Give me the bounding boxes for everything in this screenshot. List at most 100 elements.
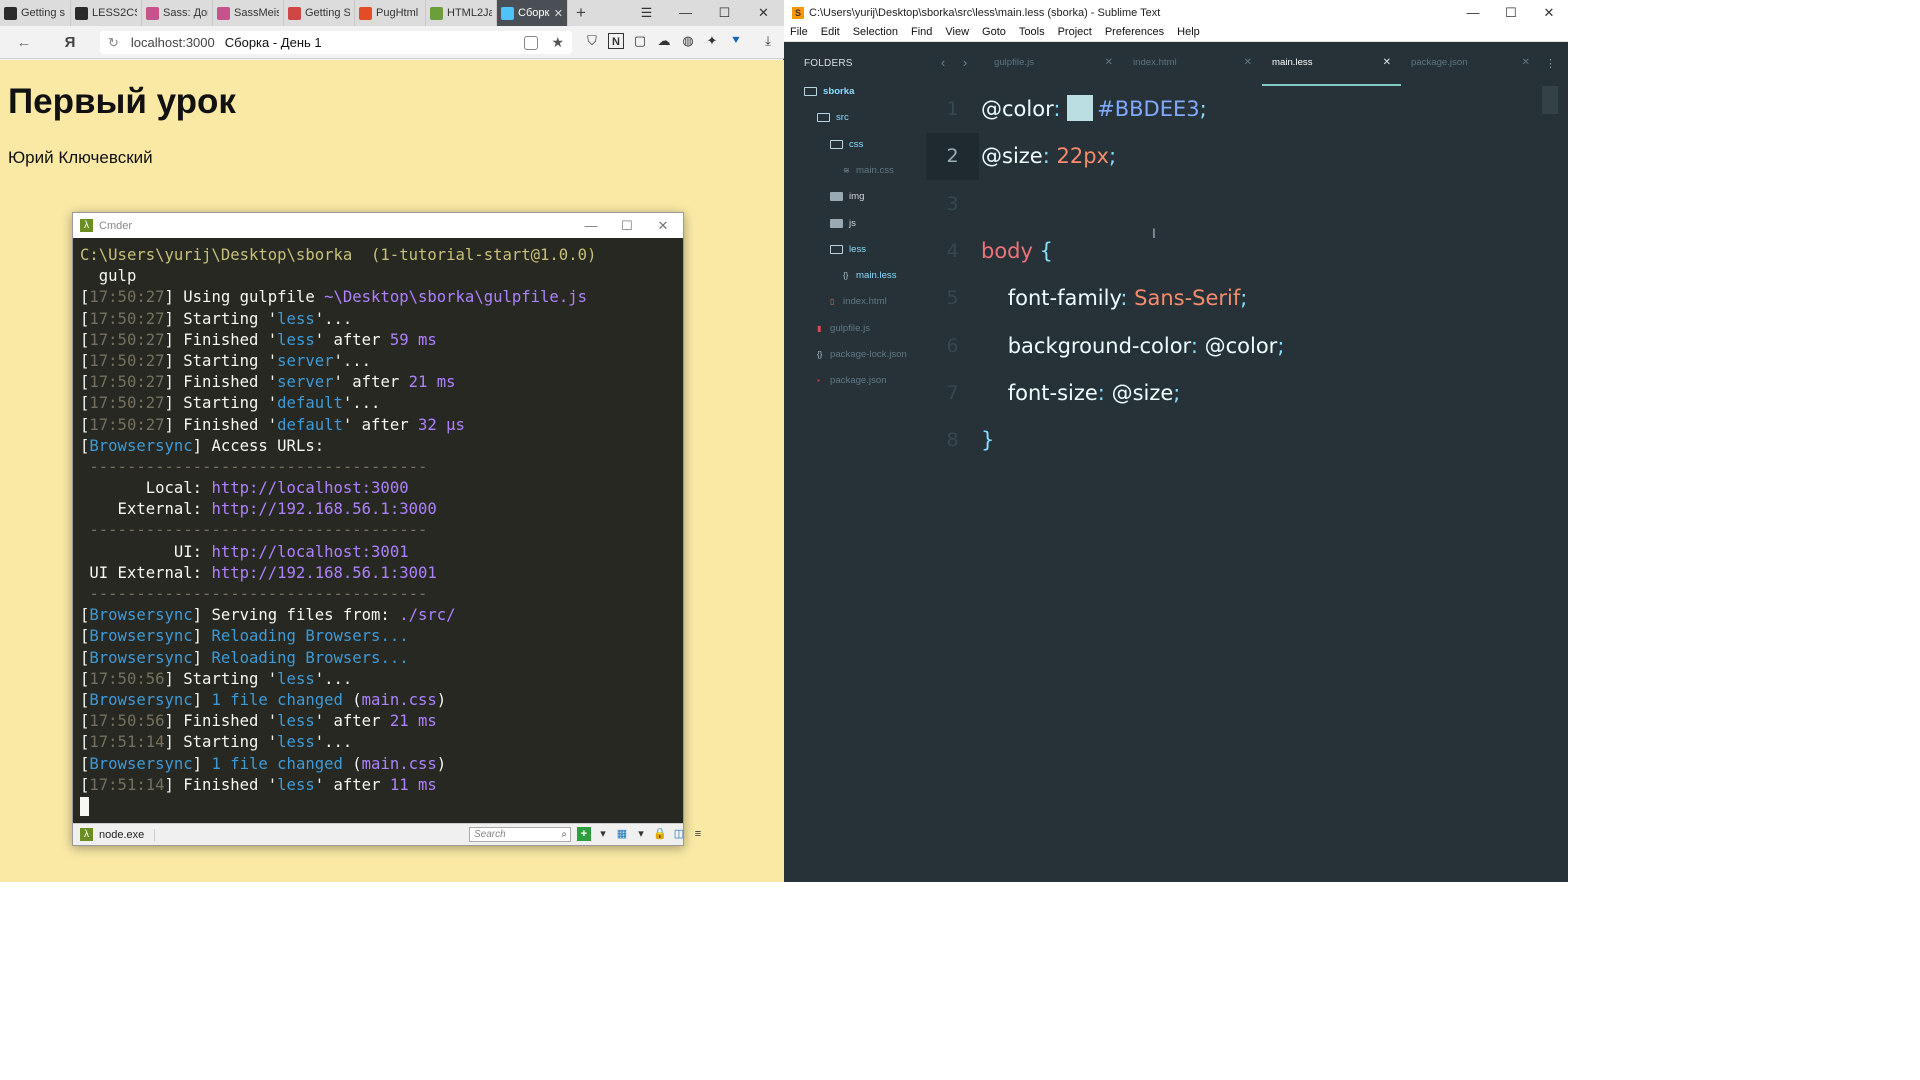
- cmder-process-tab[interactable]: node.exe: [99, 828, 156, 841]
- code-line[interactable]: background-color: @color;: [981, 323, 1285, 370]
- tree-item[interactable]: img: [830, 191, 864, 202]
- tree-item[interactable]: {} main.less: [843, 270, 897, 281]
- tab-close-icon[interactable]: ✕: [1383, 43, 1391, 83]
- cloud-icon[interactable]: ☁: [656, 33, 672, 49]
- tab-close-icon[interactable]: ✕: [554, 7, 563, 20]
- code-editor[interactable]: 12345678 @color: #BBDEE3; @size: 22px; bod…: [926, 86, 1568, 882]
- browser-tab[interactable]: SassMeist: [213, 0, 284, 26]
- menu-item-view[interactable]: View: [945, 26, 969, 41]
- cmder-search-input[interactable]: Search ⌕: [469, 827, 571, 842]
- tree-item[interactable]: ▮ gulpfile.js: [817, 323, 870, 334]
- split-icon[interactable]: ◫: [672, 827, 686, 841]
- code-line[interactable]: font-family: Sans-Serif;: [981, 275, 1248, 322]
- minimize-button[interactable]: —: [666, 0, 705, 26]
- lock-icon[interactable]: 🔒: [653, 827, 667, 841]
- notes-extension-icon[interactable]: N: [608, 33, 624, 49]
- terminal-line: ------------------------------------: [80, 584, 680, 605]
- back-button[interactable]: ←: [10, 34, 38, 51]
- tree-item[interactable]: ▪ package.json: [817, 375, 887, 386]
- sublime-minimize-button[interactable]: —: [1454, 0, 1492, 26]
- browser-tab[interactable]: Getting S: [284, 0, 355, 26]
- cmder-minimize-button[interactable]: —: [573, 213, 609, 238]
- menu-item-goto[interactable]: Goto: [982, 26, 1006, 41]
- tree-item[interactable]: js: [830, 218, 856, 229]
- address-bar[interactable]: ↻ localhost:3000 Сборка - День 1 ★: [100, 31, 572, 54]
- editor-tab[interactable]: package.json ✕: [1401, 43, 1540, 86]
- sublime-maximize-button[interactable]: ☐: [1492, 0, 1530, 26]
- tree-item[interactable]: ▯ index.html: [830, 296, 887, 307]
- protect-icon[interactable]: [524, 35, 538, 50]
- menu-item-tools[interactable]: Tools: [1019, 26, 1045, 41]
- menu-item-preferences[interactable]: Preferences: [1105, 26, 1164, 41]
- hamburger-menu-icon[interactable]: ≡: [691, 827, 705, 841]
- search-icon[interactable]: ⌕: [561, 828, 567, 841]
- dropdown-icon[interactable]: ▾: [596, 827, 610, 841]
- browser-tab[interactable]: LESS2CSS: [71, 0, 142, 26]
- browser-tab[interactable]: HTML2Ja: [426, 0, 497, 26]
- pocket-icon[interactable]: ⛉: [584, 33, 600, 49]
- new-tab-button[interactable]: +: [568, 0, 594, 26]
- yandex-button[interactable]: Я: [56, 34, 84, 51]
- bird-extension-icon[interactable]: ✦: [704, 33, 720, 49]
- editor-tab[interactable]: gulpfile.js ✕: [984, 43, 1123, 86]
- globe-icon[interactable]: ◍: [680, 33, 696, 49]
- tab-close-icon[interactable]: ✕: [1522, 43, 1530, 83]
- menu-item-help[interactable]: Help: [1177, 26, 1200, 41]
- npm-file-icon: ▪: [817, 376, 820, 386]
- terminal-line: [17:50:27] Finished 'less' after 59 ms: [80, 330, 680, 351]
- menu-item-project[interactable]: Project: [1058, 26, 1092, 41]
- tab-close-icon[interactable]: ✕: [1105, 43, 1113, 83]
- tab-forward-icon[interactable]: ›: [954, 43, 976, 86]
- code-area[interactable]: @color: #BBDEE3; @size: 22px; body { font-…: [981, 86, 1541, 882]
- tree-item[interactable]: {} package-lock.json: [817, 349, 907, 360]
- browser-tab[interactable]: Sass: Дoк: [142, 0, 213, 26]
- screenshot-icon[interactable]: ▢: [632, 33, 648, 49]
- menu-item-find[interactable]: Find: [911, 26, 932, 41]
- tree-item[interactable]: ≋ main.css: [843, 165, 894, 176]
- tree-item-label: src: [836, 112, 849, 124]
- download-icon[interactable]: ⤓: [760, 33, 776, 49]
- dropdown-icon[interactable]: ▾: [634, 827, 648, 841]
- tab-back-icon[interactable]: ‹: [932, 43, 954, 86]
- bookmark-star-icon[interactable]: ★: [551, 34, 564, 51]
- terminal-output[interactable]: C:\Users\yurij\Desktop\sborka (1-tutoria…: [80, 245, 680, 821]
- close-window-button[interactable]: ✕: [744, 0, 783, 26]
- browser-tab[interactable]: PugHtml: [355, 0, 426, 26]
- maximize-button[interactable]: ☐: [705, 0, 744, 26]
- text-cursor-icon: I: [1152, 225, 1156, 241]
- cmder-maximize-button[interactable]: ☐: [609, 213, 645, 238]
- tab-close-icon[interactable]: ✕: [1244, 43, 1252, 83]
- code-line[interactable]: body {: [981, 228, 1053, 275]
- code-line[interactable]: @color: #BBDEE3;: [981, 86, 1207, 133]
- code-line[interactable]: }: [981, 417, 994, 464]
- browser-tab[interactable]: Сборк ✕: [497, 0, 568, 26]
- tabs-icon[interactable]: ▦: [615, 827, 629, 841]
- terminal-text: ' after: [314, 330, 390, 349]
- menu-item-selection[interactable]: Selection: [853, 26, 898, 41]
- tree-item[interactable]: less: [830, 244, 866, 255]
- tree-item[interactable]: src: [817, 112, 849, 123]
- tree-item[interactable]: css: [830, 139, 863, 150]
- menu-item-file[interactable]: File: [790, 26, 808, 41]
- tree-item[interactable]: sborka: [804, 86, 854, 97]
- code-line[interactable]: font-size: @size;: [981, 370, 1181, 417]
- editor-tab[interactable]: main.less ✕: [1262, 43, 1401, 86]
- browser-tab[interactable]: Getting s: [0, 0, 71, 26]
- minimap[interactable]: [1542, 86, 1558, 114]
- tabs-overflow-icon[interactable]: ⋮: [1545, 57, 1556, 70]
- vpn-extension-icon[interactable]: ⯆: [728, 33, 744, 49]
- menu-icon[interactable]: ☰: [627, 0, 666, 26]
- line-number: 3: [946, 192, 959, 215]
- line-number: 5: [946, 287, 959, 310]
- menu-item-edit[interactable]: Edit: [821, 26, 840, 41]
- terminal-line: UI External: http://192.168.56.1:3001: [80, 563, 680, 584]
- cmder-close-button[interactable]: ✕: [645, 213, 681, 238]
- folders-header: FOLDERS: [804, 58, 853, 69]
- sublime-close-button[interactable]: ✕: [1530, 0, 1568, 26]
- browser-tab-label: SassMeist: [234, 7, 279, 19]
- terminal-text: [: [80, 712, 90, 731]
- code-line[interactable]: @size: 22px;: [981, 133, 1116, 180]
- new-console-icon[interactable]: +: [577, 827, 591, 841]
- reload-icon[interactable]: ↻: [108, 35, 119, 51]
- editor-tab[interactable]: index.html ✕: [1123, 43, 1262, 86]
